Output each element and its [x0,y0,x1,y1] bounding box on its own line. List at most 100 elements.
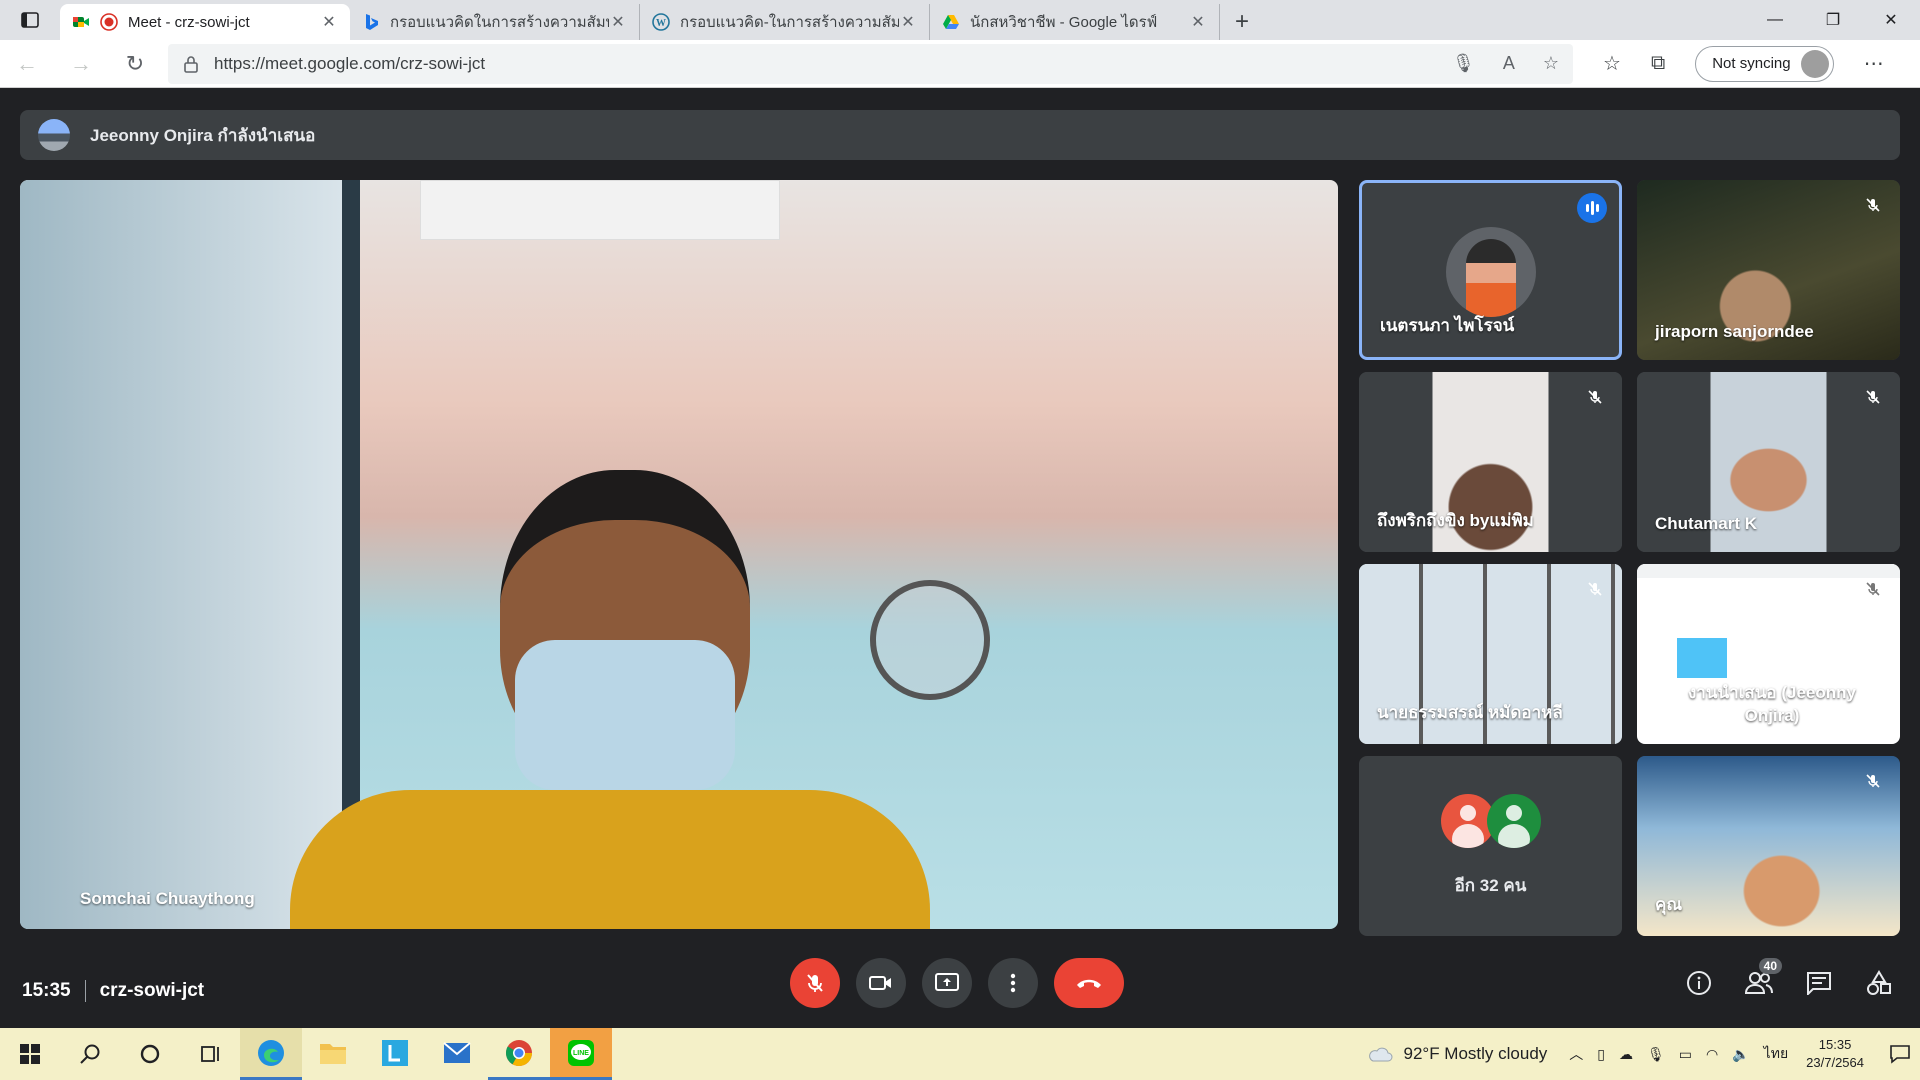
meeting-details-button[interactable] [1680,958,1718,1008]
notifications-icon[interactable] [1880,1044,1920,1064]
new-tab-button[interactable]: + [1220,4,1264,40]
lock-icon [184,55,198,73]
maximize-icon[interactable]: ❐ [1804,0,1862,40]
favorites-icon[interactable]: ☆ [1603,51,1621,76]
hang-up-icon [1077,979,1101,988]
bing-icon [366,14,378,30]
close-window-icon[interactable]: ✕ [1862,0,1920,40]
sync-label: Not syncing [1712,55,1791,72]
others-avatars [1440,794,1541,848]
forward-button[interactable]: → [54,40,108,88]
participant-name: คุณ [1655,895,1683,914]
participant-name: นายธรรมสรณ์ หมัดอาหลี [1377,703,1563,722]
start-button[interactable] [0,1028,60,1080]
main-participant-name: Somchai Chuaythong [80,889,255,908]
mic-toggle-button[interactable] [790,958,840,1008]
people-icon [1744,972,1773,994]
chrome-app-icon[interactable] [488,1028,550,1080]
chat-icon [1807,972,1831,995]
close-tab-icon[interactable]: ✕ [1189,12,1207,32]
self-tile[interactable]: คุณ [1637,756,1900,936]
tab-title: Meet - crz-sowi-jct [128,13,250,31]
more-menu-icon[interactable]: ⋯ [1864,51,1884,76]
wifi-icon[interactable]: ◠ [1706,1046,1718,1063]
tab-actions-icon[interactable] [0,0,60,40]
participant-avatar [1445,227,1536,317]
url-text[interactable]: https://meet.google.com/crz-sowi-jct [214,54,1452,74]
svg-text:LINE: LINE [573,1050,589,1057]
others-tile[interactable]: อีก 32 คน [1359,756,1622,936]
show-hidden-icons-icon[interactable]: ︿ [1569,1044,1583,1064]
mic-off-icon [1860,192,1886,218]
search-icon[interactable] [60,1028,120,1080]
participant-tile[interactable]: Chutamart K [1637,372,1900,552]
volume-icon[interactable]: 🔈 [1732,1046,1749,1063]
cortana-icon[interactable] [120,1028,180,1080]
back-button[interactable]: ← [0,40,54,88]
system-clock[interactable]: 15:35 23/7/2564 [1806,1036,1864,1072]
present-screen-button[interactable] [922,958,972,1008]
activities-icon [1867,970,1891,995]
participant-tile[interactable]: เนตรนภา ไพโรจน์ [1359,180,1622,360]
mic-off-icon [1860,576,1886,602]
edge-app-icon[interactable] [240,1028,302,1080]
battery-icon[interactable]: ▭ [1679,1046,1692,1063]
wordpress-icon: W [652,13,670,31]
task-view-icon[interactable] [180,1028,240,1080]
clock-time: 15:35 [1818,1037,1852,1052]
tab-bing[interactable]: กรอบแนวคิดในการสร้างความสัมพันธ์ก ✕ [350,4,640,40]
google-meet-icon [73,17,89,27]
camera-toggle-button[interactable] [856,958,906,1008]
reload-button[interactable]: ↻ [108,40,162,88]
more-options-button[interactable] [988,958,1038,1008]
recording-icon [100,13,118,31]
leave-call-button[interactable] [1054,958,1124,1008]
close-tab-icon[interactable]: ✕ [609,12,627,32]
tab-google-drive[interactable]: นักสหวิชาชีพ - Google ไดรฟ์ ✕ [930,4,1220,40]
window-controls: — ❐ ✕ [1746,0,1920,40]
tab-wordpress[interactable]: W กรอบแนวคิด-ในการสร้างความสัมพันธ์ ✕ [640,4,930,40]
close-tab-icon[interactable]: ✕ [899,12,917,32]
participant-tile[interactable]: ถึงพริกถึงขิง byแม่พิม [1359,372,1622,552]
read-aloud-icon[interactable]: A [1503,53,1515,74]
file-explorer-app-icon[interactable] [302,1028,364,1080]
meeting-time: 15:35 [22,980,71,1001]
microphone-icon[interactable]: 🎙 [1452,53,1475,74]
microphone-tray-icon[interactable]: 🎙 [1647,1046,1665,1063]
tab-title: นักสหวิชาชีพ - Google ไดรฟ์ [970,14,1158,31]
add-favorite-icon[interactable]: ☆ [1543,53,1559,74]
speaking-indicator-icon [1577,193,1607,223]
line-app-icon[interactable]: LINE [550,1028,612,1080]
device-icon[interactable]: ▯ [1597,1046,1605,1063]
tab-title: กรอบแนวคิดในการสร้างความสัมพันธ์ก [390,14,609,31]
address-bar[interactable]: https://meet.google.com/crz-sowi-jct 🎙 A… [168,43,1573,84]
activities-button[interactable] [1860,958,1898,1008]
mic-off-icon [1582,384,1608,410]
camera-icon [869,976,891,990]
collections-icon[interactable]: ⧉ [1651,52,1665,75]
participants-button[interactable]: 40 [1740,958,1782,1008]
meeting-info: 15:35 crz-sowi-jct [22,954,204,1028]
language-indicator[interactable]: ไทย [1764,1043,1788,1065]
mic-off-icon [807,974,823,992]
profile-sync-button[interactable]: Not syncing [1695,45,1834,82]
participant-name: เนตรนภา ไพโรจน์ [1380,316,1515,335]
participant-tile[interactable]: jiraporn sanjorndee [1637,180,1900,360]
present-screen-icon [935,973,959,991]
participant-tile[interactable]: งานนำเสนอ (Jeeonny Onjira) [1637,564,1900,744]
close-tab-icon[interactable]: ✕ [320,12,338,32]
chat-button[interactable] [1800,958,1838,1008]
minimize-icon[interactable]: — [1746,0,1804,40]
ceiling-lamp [420,180,780,240]
participant-tile[interactable]: นายธรรมสรณ์ หมัดอาหลี [1359,564,1622,744]
presenter-avatar [38,119,70,151]
participant-name: งานนำเสนอ (Jeeonny Onjira) [1687,683,1856,725]
main-video-tile[interactable]: Somchai Chuaythong [20,180,1338,929]
weather-widget[interactable]: 92°F Mostly cloudy [1367,1044,1547,1064]
lineup-app-icon[interactable] [364,1028,426,1080]
tab-meet[interactable]: Meet - crz-sowi-jct ✕ [60,4,350,40]
presenting-banner[interactable]: Jeeonny Onjira กำลังนำเสนอ [20,110,1900,160]
mail-app-icon[interactable] [426,1028,488,1080]
onedrive-cloud-icon[interactable]: ☁ [1619,1046,1633,1063]
others-count: อีก 32 คน [1454,876,1527,895]
